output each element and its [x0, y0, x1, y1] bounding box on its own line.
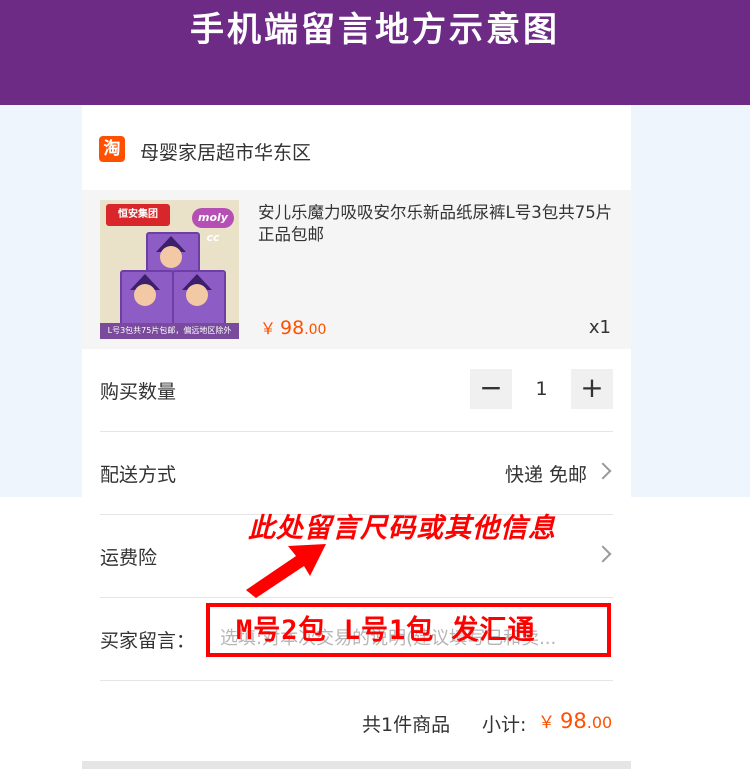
subtotal-label: 小计:: [482, 714, 527, 736]
annotation-example: M号2包 L号1包 发汇通: [236, 615, 536, 646]
side-background-left: [0, 105, 82, 497]
buyer-message-label: 买家留言：: [100, 630, 196, 652]
buy-quantity-row: 购买数量 − 1 +: [100, 349, 613, 432]
minus-icon[interactable]: −: [470, 369, 512, 409]
chevron-right-icon: [594, 545, 612, 563]
arrow-icon: [246, 544, 326, 598]
quantity-value[interactable]: 1: [512, 369, 571, 409]
product-row[interactable]: 恒安集团 moly cc L号3包共75片包邮，偏远地区除外 安儿乐魔力吸吸安尔…: [82, 190, 631, 349]
thumb-logo: 恒安集团: [106, 204, 170, 226]
price-decimal: .00: [304, 322, 327, 338]
product-image[interactable]: 恒安集团 moly cc L号3包共75片包邮，偏远地区除外: [100, 200, 239, 339]
currency-symbol: ￥: [538, 713, 555, 733]
taobao-icon: 淘: [99, 136, 125, 162]
side-background-right: [631, 105, 750, 497]
delivery-value: 快递 免邮: [504, 464, 587, 486]
delivery-label: 配送方式: [100, 464, 177, 486]
product-title[interactable]: 安儿乐魔力吸吸安尔乐新品纸尿裤L号3包共75片正品包邮: [258, 202, 618, 246]
product-price: ￥ 98.00: [260, 315, 326, 339]
subtotal-price: ￥ 98.00: [538, 708, 612, 733]
banner: 手机端留言地方示意图: [0, 0, 750, 105]
banner-title: 手机端留言地方示意图: [190, 10, 560, 50]
quantity-stepper: − 1 +: [470, 369, 613, 409]
product-quantity: x1: [588, 317, 611, 338]
shop-name[interactable]: 母婴家居超市华东区: [140, 138, 311, 165]
plus-icon[interactable]: +: [571, 369, 613, 409]
order-summary: 共1件商品 小计: ￥ 98.00: [82, 696, 631, 752]
delivery-row[interactable]: 配送方式 快递 免邮: [100, 432, 613, 515]
shipping-insurance-label: 运费险: [100, 547, 158, 569]
bottom-divider: [82, 761, 631, 769]
order-card: 淘 母婴家居超市华东区 恒安集团 moly cc L号3包共75片包邮，偏远地区…: [82, 118, 631, 769]
shop-row[interactable]: 淘 母婴家居超市华东区: [82, 118, 631, 190]
thumb-brand: moly cc: [192, 208, 234, 244]
chevron-right-icon: [594, 462, 612, 480]
price-integer: 98: [560, 709, 587, 733]
price-integer: 98: [280, 317, 305, 339]
price-decimal: .00: [586, 713, 613, 732]
currency-symbol: ￥: [260, 319, 277, 338]
buy-quantity-label: 购买数量: [100, 381, 177, 403]
item-count: 共1件商品: [362, 714, 451, 736]
thumb-caption: L号3包共75片包邮，偏远地区除外: [100, 323, 239, 339]
